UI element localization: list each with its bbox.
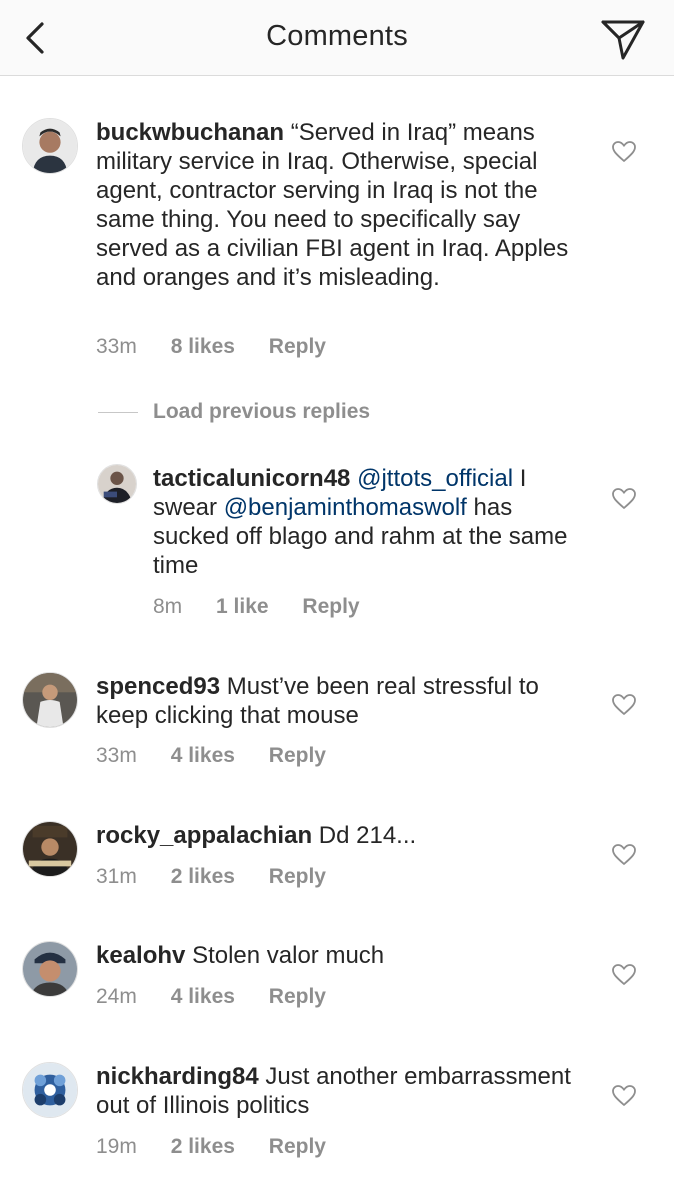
comment-text: tacticalunicorn48 @jttots_official I swe…: [153, 464, 573, 580]
like-button[interactable]: [611, 487, 637, 511]
avatar[interactable]: [22, 1062, 78, 1118]
comment-time: 24m: [96, 985, 137, 1008]
share-button[interactable]: [598, 16, 648, 62]
like-button[interactable]: [611, 963, 637, 987]
comment-time: 33m: [96, 335, 137, 358]
reply-button[interactable]: Reply: [269, 335, 326, 359]
like-button[interactable]: [611, 843, 637, 867]
heart-outline-icon: [612, 694, 636, 715]
likes-count[interactable]: 4 likes: [171, 985, 235, 1009]
likes-count[interactable]: 1 like: [216, 595, 269, 619]
likes-count[interactable]: 8 likes: [171, 335, 235, 359]
comment-meta: 24m 4 likes Reply: [96, 985, 326, 1009]
comment-time: 19m: [96, 1135, 137, 1158]
comment-username[interactable]: rocky_appalachian: [96, 822, 312, 849]
heart-outline-icon: [612, 1085, 636, 1106]
comment-body: Dd 214...: [318, 822, 417, 849]
comment-meta: 19m 2 likes Reply: [96, 1135, 326, 1159]
comment-time: 33m: [96, 744, 137, 767]
divider-line: [98, 412, 138, 413]
load-previous-replies-label: Load previous replies: [153, 400, 371, 423]
reply-button[interactable]: Reply: [269, 1135, 326, 1159]
avatar[interactable]: [22, 941, 78, 997]
paper-plane-icon: [601, 20, 645, 60]
likes-count[interactable]: 2 likes: [171, 865, 235, 889]
comment-text: kealohv Stolen valor much: [96, 941, 576, 970]
mention-link[interactable]: @benjaminthomaswolf: [224, 494, 467, 521]
reply-button[interactable]: Reply: [269, 865, 326, 889]
like-button[interactable]: [611, 1084, 637, 1108]
header-bar: Comments: [0, 0, 674, 76]
likes-count[interactable]: 4 likes: [171, 744, 235, 768]
comment-text: buckwbuchanan “Served in Iraq” means mil…: [96, 118, 576, 292]
page-title: Comments: [266, 20, 408, 52]
comment-text: nickharding84 Just another embarrassment…: [96, 1062, 576, 1120]
like-button[interactable]: [611, 140, 637, 164]
comment-meta: 8m 1 like Reply: [153, 595, 360, 619]
heart-outline-icon: [612, 844, 636, 865]
comment-meta: 33m 4 likes Reply: [96, 744, 326, 768]
comment-username[interactable]: kealohv: [96, 942, 185, 969]
reply-button[interactable]: Reply: [269, 985, 326, 1009]
heart-outline-icon: [612, 488, 636, 509]
comment-text: spenced93 Must’ve been real stressful to…: [96, 672, 576, 730]
mention-link[interactable]: @jttots_official: [357, 465, 513, 492]
comment-meta: 33m 8 likes Reply: [96, 335, 326, 359]
comment-time: 8m: [153, 595, 183, 618]
comment-text: rocky_appalachian Dd 214...: [96, 821, 576, 850]
comment-meta: 31m 2 likes Reply: [96, 865, 326, 889]
like-button[interactable]: [611, 693, 637, 717]
avatar[interactable]: [22, 118, 78, 174]
heart-outline-icon: [612, 141, 636, 162]
heart-outline-icon: [612, 964, 636, 985]
avatar[interactable]: [22, 672, 78, 728]
comment-username[interactable]: tacticalunicorn48: [153, 465, 350, 492]
reply-button[interactable]: Reply: [302, 595, 359, 619]
avatar[interactable]: [22, 821, 78, 877]
likes-count[interactable]: 2 likes: [171, 1135, 235, 1159]
avatar[interactable]: [97, 464, 137, 504]
comment-username[interactable]: spenced93: [96, 673, 220, 700]
reply-button[interactable]: Reply: [269, 744, 326, 768]
comment-time: 31m: [96, 865, 137, 888]
comment-username[interactable]: buckwbuchanan: [96, 119, 284, 146]
comment-body: Stolen valor much: [192, 942, 385, 969]
comment-username[interactable]: nickharding84: [96, 1063, 259, 1090]
